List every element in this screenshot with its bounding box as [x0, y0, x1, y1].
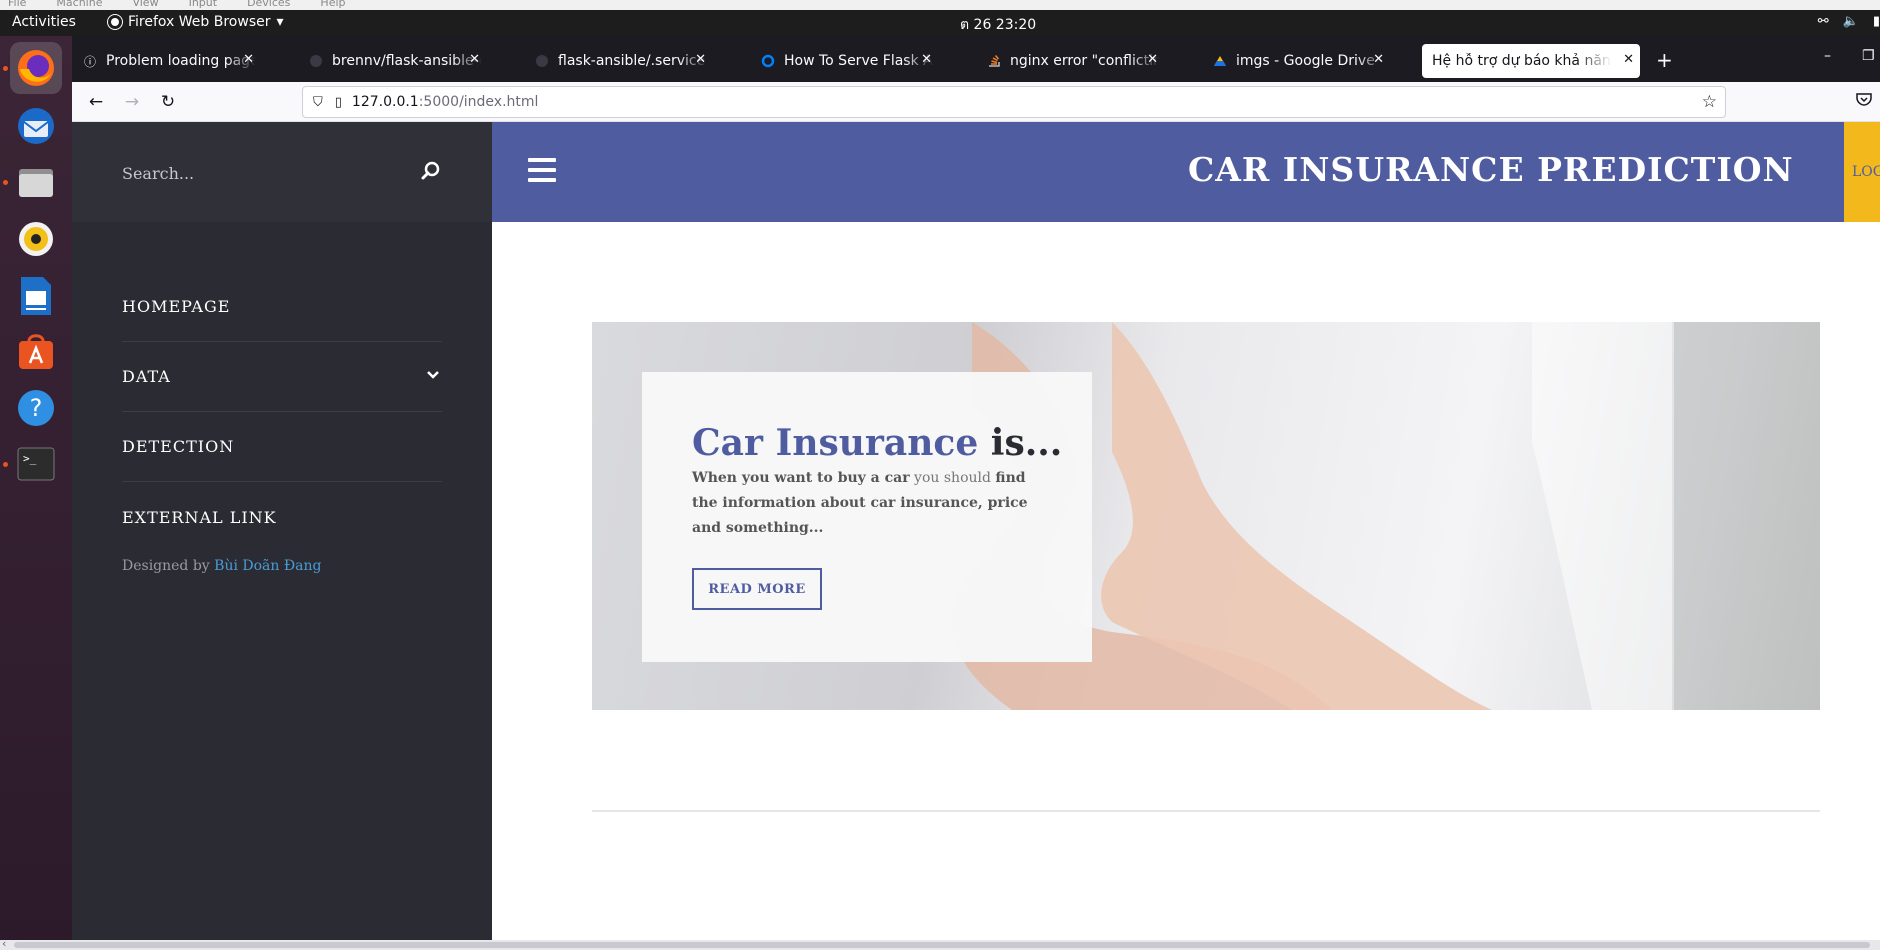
menu-item-label: DATA — [122, 367, 171, 386]
app-center-icon[interactable] — [10, 326, 62, 378]
battery-icon: ▮ — [1872, 14, 1880, 29]
thunderbird-icon[interactable] — [10, 100, 62, 152]
read-more-button[interactable]: READ MORE — [692, 568, 822, 610]
menu-item-label: HOMEPAGE — [122, 297, 231, 316]
url-host: 127.0.0.1 — [351, 94, 419, 110]
bookmark-star-icon[interactable]: ☆ — [1702, 92, 1717, 112]
banner-card: Car Insurance is... When you want to buy… — [642, 372, 1092, 662]
url-bar[interactable]: ⛉ ▯ 127.0.0.1:5000/index.html ☆ — [302, 86, 1726, 118]
stackoverflow-icon — [986, 53, 1002, 69]
restore-icon[interactable]: ❐ — [1862, 48, 1875, 64]
rhythmbox-icon[interactable] — [10, 213, 62, 265]
menu-item-label: EXTERNAL LINK — [122, 507, 277, 527]
hamburger-menu-icon[interactable] — [528, 158, 556, 182]
scrollbar-thumb[interactable] — [14, 942, 1870, 948]
close-icon[interactable]: ✕ — [1147, 52, 1158, 67]
reload-icon[interactable]: ↻ — [156, 90, 180, 114]
close-icon[interactable]: ✕ — [921, 52, 932, 67]
running-indicator — [3, 66, 8, 71]
dropdown-arrow-icon: ▾ — [276, 14, 284, 30]
tab-serve-flask[interactable]: How To Serve Flask Applications ✕ — [750, 44, 938, 78]
shield-icon[interactable]: ⛉ — [313, 95, 323, 110]
volume-icon: 🔈 — [1842, 14, 1859, 29]
vm-menu-help[interactable]: Help — [320, 0, 345, 9]
minimize-icon[interactable]: – — [1824, 48, 1831, 64]
vm-menu-devices[interactable]: Devices — [247, 0, 290, 9]
sidebar-search-area — [72, 122, 492, 222]
terminal-icon[interactable]: >_ — [10, 438, 62, 490]
page-icon: ▯ — [334, 94, 342, 110]
close-icon[interactable]: ✕ — [243, 52, 254, 67]
close-icon[interactable]: ✕ — [469, 52, 480, 67]
back-icon[interactable]: ← — [84, 90, 108, 114]
app-menu-label: Firefox Web Browser — [128, 14, 271, 30]
help-icon[interactable]: ? — [10, 382, 62, 434]
tab-strip: ⓘ Problem loading page ✕ brennv/flask-an… — [72, 36, 1880, 82]
search-input[interactable] — [122, 160, 422, 186]
vm-menu-view[interactable]: View — [132, 0, 158, 9]
menu-item-external-link[interactable]: EXTERNAL LINK — [122, 482, 442, 552]
tab-flask-ansible-example[interactable]: brennv/flask-ansible-example ✕ — [298, 44, 486, 78]
banner-description: When you want to buy a car you should fi… — [692, 470, 1028, 536]
github-icon — [308, 53, 324, 69]
system-tray[interactable]: ⚯ 🔈 ▮ — [1818, 14, 1880, 29]
app-menu[interactable]: Firefox Web Browser ▾ — [108, 14, 284, 30]
svg-text:?: ? — [30, 394, 43, 422]
tab-problem-loading[interactable]: ⓘ Problem loading page ✕ — [72, 44, 260, 78]
search-icon[interactable] — [420, 160, 444, 184]
login-button[interactable]: LOGIN — [1844, 122, 1880, 222]
clock[interactable]: ต 26 23:20 — [960, 14, 1036, 36]
vm-menu-file[interactable]: File — [8, 0, 26, 9]
chevron-down-icon[interactable] — [426, 369, 440, 384]
system-top-bar: Activities Firefox Web Browser ▾ ต 26 23… — [0, 10, 1880, 36]
menu-item-data[interactable]: DATA — [122, 342, 442, 412]
banner-heading: Car Insurance is... — [692, 422, 1063, 464]
menu-item-homepage[interactable]: HOMEPAGE — [122, 272, 442, 342]
vm-menu-strip: File Machine View Input Devices Help — [0, 0, 1880, 10]
vm-menu-machine[interactable]: Machine — [56, 0, 102, 9]
footer-credit: Designed by Bùi Doãn Đang — [122, 558, 322, 574]
close-icon[interactable]: ✕ — [695, 52, 706, 67]
running-indicator — [3, 462, 8, 467]
digitalocean-icon — [760, 53, 776, 69]
libreoffice-writer-icon[interactable] — [10, 270, 62, 322]
author-link[interactable]: Bùi Doãn Đang — [214, 558, 321, 574]
page-header: CAR INSURANCE PREDICTION LOGIN — [492, 122, 1880, 222]
site-title: CAR INSURANCE PREDICTION — [1188, 150, 1794, 189]
info-icon: ⓘ — [83, 54, 96, 69]
files-icon[interactable] — [10, 156, 62, 208]
google-drive-icon — [1212, 53, 1228, 69]
content-divider — [592, 810, 1820, 812]
menu-item-detection[interactable]: DETECTION — [122, 412, 442, 482]
running-indicator — [3, 180, 8, 185]
tab-flask-ansible-service[interactable]: flask-ansible/.service at master ✕ — [524, 44, 712, 78]
firefox-icon[interactable] — [10, 42, 62, 94]
scroll-left-icon[interactable]: ‹ — [2, 937, 6, 950]
tab-active-insurance[interactable]: Hệ hỗ trợ dự báo khả năng tham gia bảo h… — [1422, 44, 1640, 78]
network-icon: ⚯ — [1817, 14, 1829, 29]
close-icon[interactable]: ✕ — [1623, 52, 1634, 67]
pocket-icon[interactable] — [1856, 92, 1872, 110]
menu-item-label: DETECTION — [122, 437, 235, 456]
hero-banner: Car Insurance is... When you want to buy… — [592, 322, 1820, 710]
svg-text:>_: >_ — [23, 452, 37, 465]
tab-google-drive[interactable]: imgs - Google Drive ✕ — [1202, 44, 1390, 78]
navigation-toolbar: ← → ↻ ⛉ ▯ 127.0.0.1:5000/index.html ☆ — [72, 82, 1880, 122]
sidebar: HOMEPAGE DATA DETECTION EXTERNAL LINK De… — [72, 122, 492, 940]
horizontal-scrollbar[interactable]: ‹ — [0, 937, 1880, 950]
activities-button[interactable]: Activities — [12, 14, 76, 30]
new-tab-button[interactable]: + — [1656, 48, 1673, 72]
forward-icon[interactable]: → — [120, 90, 144, 114]
sidebar-menu: HOMEPAGE DATA DETECTION EXTERNAL LINK — [122, 272, 442, 552]
dock: ? >_ — [0, 36, 72, 950]
close-icon[interactable]: ✕ — [1373, 52, 1384, 67]
url-path: :5000/index.html — [418, 94, 539, 110]
github-icon — [534, 53, 550, 69]
vm-menu-input[interactable]: Input — [189, 0, 217, 9]
tab-nginx-error[interactable]: nginx error "conflicting server name" ✕ — [976, 44, 1164, 78]
firefox-small-icon — [108, 15, 122, 29]
page-viewport: HOMEPAGE DATA DETECTION EXTERNAL LINK De… — [72, 122, 1880, 940]
